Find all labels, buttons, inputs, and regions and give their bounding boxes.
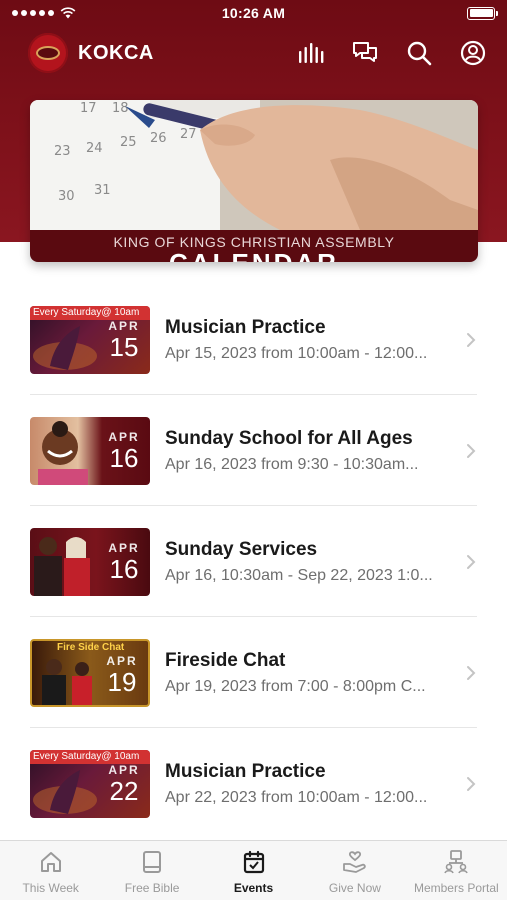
event-thumbnail: Every Saturday@ 10am APR 22 [30, 749, 150, 818]
tab-this-week[interactable]: This Week [0, 841, 101, 900]
event-date-box: APR 22 [98, 750, 150, 818]
event-month: APR [106, 653, 138, 668]
members-icon [443, 849, 469, 875]
event-day: 15 [109, 331, 139, 362]
event-day: 16 [109, 442, 139, 473]
calendar-photo-image: 17 18 23 24 25 26 27 30 31 [30, 100, 478, 230]
chevron-right-icon [467, 332, 476, 347]
book-icon [139, 849, 165, 875]
profile-icon[interactable] [459, 39, 487, 67]
event-row[interactable]: Every Saturday@ 10am APR 15 Musician Pra… [0, 284, 507, 395]
tab-give-now[interactable]: Give Now [304, 841, 405, 900]
event-title: Musician Practice [165, 760, 326, 782]
event-thumbnail: APR 16 [30, 527, 150, 596]
cellular-signal-icon [12, 10, 54, 16]
svg-text:26: 26 [150, 131, 167, 146]
svg-text:30: 30 [58, 189, 75, 204]
event-text: Sunday School for All Ages Apr 16, 2023 … [165, 428, 457, 474]
event-title: Sunday School for All Ages [165, 427, 413, 449]
event-title: Musician Practice [165, 316, 326, 338]
wifi-icon [60, 7, 76, 19]
calendar-icon [241, 849, 267, 875]
event-subtitle: Apr 16, 10:30am - Sep 22, 2023 1:0... [165, 566, 433, 584]
pastors-photo-image [34, 536, 90, 596]
event-date-box: APR 19 [96, 641, 148, 705]
event-row[interactable]: Every Saturday@ 10am APR 22 Musician Pra… [0, 728, 507, 839]
event-row[interactable]: Fire Side Chat APR 19 Fireside Chat Apr … [0, 617, 507, 728]
event-text: Musician Practice Apr 15, 2023 from 10:0… [165, 317, 457, 363]
event-title: Fireside Chat [165, 649, 286, 671]
event-day: 16 [109, 553, 139, 584]
app-header: KOKCA [0, 30, 507, 76]
event-month: APR [108, 429, 140, 444]
tab-label: Events [233, 881, 274, 895]
svg-text:25: 25 [120, 135, 137, 150]
event-text: Musician Practice Apr 22, 2023 from 10:0… [165, 761, 457, 807]
tab-label: This Week [22, 881, 79, 895]
child-photo-image [38, 420, 88, 485]
tab-label: Free Bible [124, 881, 180, 895]
calendar-banner[interactable]: 17 18 23 24 25 26 27 30 31 KING OF KINGS… [30, 100, 478, 262]
search-icon[interactable] [405, 39, 433, 67]
banner-title: CALENDAR [30, 250, 478, 262]
home-icon [38, 849, 64, 875]
signal-group [12, 7, 76, 19]
event-date-box: APR 16 [98, 528, 150, 596]
event-row[interactable]: APR 16 Sunday Services Apr 16, 10:30am -… [0, 506, 507, 617]
event-text: Sunday Services Apr 16, 10:30am - Sep 22… [165, 539, 457, 585]
audio-bars-icon[interactable] [297, 39, 325, 67]
tab-label: Members Portal [413, 881, 499, 895]
svg-text:17: 17 [80, 101, 97, 116]
give-hand-icon [342, 849, 368, 875]
event-month: APR [108, 540, 140, 555]
event-text: Fireside Chat Apr 19, 2023 from 7:00 - 8… [165, 650, 457, 696]
chevron-right-icon [467, 554, 476, 569]
event-row[interactable]: APR 16 Sunday School for All Ages Apr 16… [0, 395, 507, 506]
svg-text:23: 23 [54, 144, 71, 159]
svg-text:31: 31 [94, 183, 111, 198]
svg-text:18: 18 [112, 101, 129, 116]
svg-text:24: 24 [86, 141, 103, 156]
tab-members-portal[interactable]: Members Portal [406, 841, 507, 900]
event-thumbnail: Every Saturday@ 10am APR 15 [30, 305, 150, 374]
status-time: 10:26 AM [221, 5, 286, 21]
event-date-box: APR 15 [98, 306, 150, 374]
event-subtitle: Apr 22, 2023 from 10:00am - 12:00... [165, 788, 428, 806]
event-month: APR [108, 762, 140, 777]
app-title: KOKCA [78, 41, 154, 64]
event-subtitle: Apr 16, 2023 from 9:30 - 10:30am... [165, 455, 419, 473]
church-logo[interactable] [28, 33, 68, 73]
event-month: APR [108, 318, 140, 333]
chevron-right-icon [467, 443, 476, 458]
event-subtitle: Apr 19, 2023 from 7:00 - 8:00pm C... [165, 677, 426, 695]
event-thumbnail: APR 16 [30, 416, 150, 485]
tab-events[interactable]: Events [203, 841, 304, 900]
event-subtitle: Apr 15, 2023 from 10:00am - 12:00... [165, 344, 428, 362]
chevron-right-icon [467, 665, 476, 680]
tab-free-bible[interactable]: Free Bible [101, 841, 202, 900]
tab-label: Give Now [328, 881, 381, 895]
tab-bar: This Week Free Bible Events Give Now Mem… [0, 840, 507, 900]
svg-text:27: 27 [180, 127, 197, 142]
event-day: 22 [109, 775, 139, 806]
event-title: Sunday Services [165, 538, 318, 560]
events-list: Every Saturday@ 10am APR 15 Musician Pra… [0, 284, 507, 839]
status-bar: 10:26 AM [0, 0, 507, 26]
event-thumbnail: Fire Side Chat APR 19 [30, 638, 150, 707]
event-day: 19 [107, 666, 137, 697]
chevron-right-icon [467, 776, 476, 791]
header-actions [297, 39, 487, 67]
event-date-box: APR 16 [98, 417, 150, 485]
battery-icon [467, 6, 498, 20]
chat-icon[interactable] [351, 39, 379, 67]
